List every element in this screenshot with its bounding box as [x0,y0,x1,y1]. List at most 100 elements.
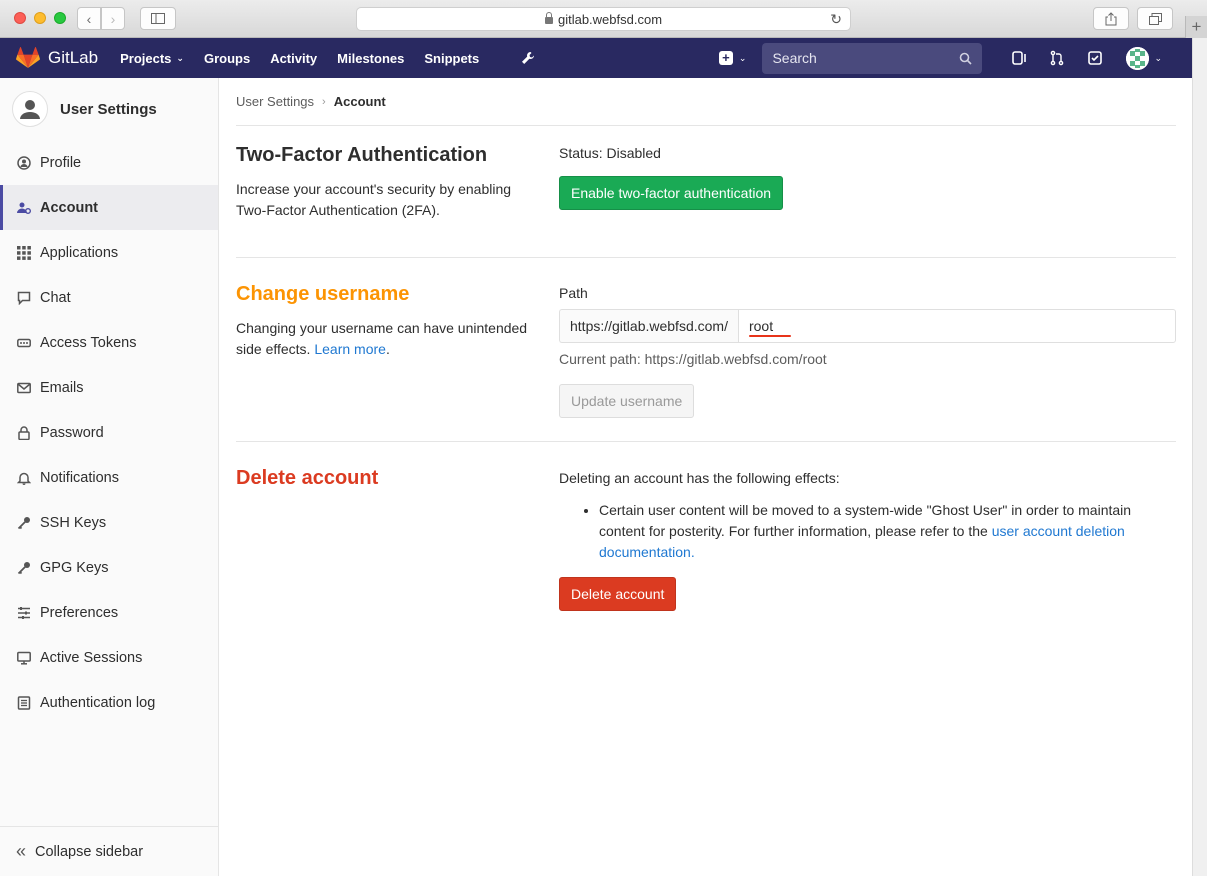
username-input[interactable]: root [737,309,1176,343]
update-username-button[interactable]: Update username [559,384,695,418]
sidebar-item-active-sessions[interactable]: Active Sessions [0,635,218,680]
nav-activity[interactable]: Activity [270,51,317,66]
issues-icon [1012,51,1027,65]
sidebar-item-label: Active Sessions [40,649,143,666]
delete-account-intro: Deleting an account has the following ef… [559,470,840,486]
address-bar[interactable]: gitlab.webfsd.com ↻ [356,7,851,31]
path-prefix: https://gitlab.webfsd.com/ [559,309,738,343]
sidebar-item-notifications[interactable]: Notifications [0,455,218,500]
collapse-sidebar-button[interactable]: « Collapse sidebar [0,826,218,876]
sidebar-item-password[interactable]: Password [0,410,218,455]
two-factor-title: Two-Factor Authentication [236,144,488,166]
sidebar-item-label: Profile [40,154,82,171]
sidebar-item-preferences[interactable]: Preferences [0,590,218,635]
delete-account-section: Delete account Deleting an account has t… [236,442,1176,642]
chevron-down-icon: ⌄ [176,52,184,63]
todos-button[interactable] [1086,49,1104,67]
tabs-button[interactable] [1137,7,1173,30]
browser-toolbar: ‹ › gitlab.webfsd.com ↻ + [0,0,1207,38]
plus-square-icon: + [718,51,733,65]
chevron-down-icon: ⌄ [1154,52,1162,63]
gitlab-logo[interactable]: GitLab [16,47,120,69]
sidebar-item-applications[interactable]: Applications [0,230,218,275]
user-avatar [1126,46,1150,70]
sidebar-header[interactable]: User Settings [0,78,218,140]
new-dropdown-button[interactable]: + ⌄ [718,51,747,65]
sidebar-item-label: Password [40,424,104,441]
breadcrumb-current: Account [333,94,386,109]
sidebar-item-label: Authentication log [40,694,156,711]
merge-request-icon [1051,50,1064,66]
share-button[interactable] [1093,7,1129,30]
share-icon [1105,11,1117,25]
sidebar-item-ssh-keys[interactable]: SSH Keys [0,500,218,545]
sidebar-item-label: Emails [40,379,84,396]
close-window-button[interactable] [14,12,26,24]
back-button[interactable]: ‹ [77,7,101,30]
chevron-right-icon: › [110,10,116,27]
path-input-group: https://gitlab.webfsd.com/ root [559,309,1176,343]
tabs-icon [1148,12,1162,25]
chevron-down-icon: ⌄ [738,52,747,63]
profile-icon [16,155,31,170]
issues-button[interactable] [1010,49,1028,67]
sidebar-item-profile[interactable]: Profile [0,140,218,185]
breadcrumb: User Settings › Account [236,78,1176,126]
sidebar-item-label: Notifications [40,469,119,486]
log-icon [16,695,31,710]
bell-icon [16,470,31,485]
delete-effects-list: Certain user content will be moved to a … [599,500,1176,563]
user-menu[interactable]: ⌄ [1126,46,1162,70]
delete-account-button[interactable]: Delete account [559,577,677,611]
monitor-icon [16,650,31,665]
two-factor-description: Increase your account's security by enab… [236,181,512,218]
merge-requests-button[interactable] [1048,49,1066,67]
new-tab-button[interactable]: + [1185,16,1207,38]
user-icon [20,100,40,119]
account-icon [16,200,31,215]
sidebar-item-chat[interactable]: Chat [0,275,218,320]
settings-sidebar: User Settings Profile Account Applicatio… [0,78,219,876]
sidebar-item-emails[interactable]: Emails [0,365,218,410]
search-box[interactable] [762,42,983,74]
forward-button[interactable]: › [101,7,125,30]
sidebar-item-access-tokens[interactable]: Access Tokens [0,320,218,365]
two-factor-section: Two-Factor Authentication Increase your … [236,126,1176,258]
double-chevron-left-icon: « [16,841,27,861]
sidebar-icon [151,13,165,24]
sidebar-item-gpg-keys[interactable]: GPG Keys [0,545,218,590]
learn-more-link[interactable]: Learn more [314,341,386,357]
nav-projects[interactable]: Projects ⌄ [120,51,184,66]
page-body: User Settings Profile Account Applicatio… [0,78,1192,876]
tanuki-icon [16,47,40,68]
token-icon [16,335,31,350]
nav-groups[interactable]: Groups [204,51,250,66]
zoom-window-button[interactable] [54,12,66,24]
nav-milestones[interactable]: Milestones [337,51,404,66]
nav-snippets[interactable]: Snippets [424,51,479,66]
search-input[interactable] [772,50,943,66]
top-navbar: GitLab Projects ⌄ Groups Activity Milesto… [0,38,1192,78]
window-scroll-gutter [1192,38,1207,876]
lock-icon [544,11,553,24]
breadcrumb-user-settings[interactable]: User Settings [236,94,314,109]
todo-check-icon [1088,51,1103,65]
enable-2fa-button[interactable]: Enable two-factor authentication [559,176,784,210]
sidebar-toggle-button[interactable] [140,7,176,30]
applications-icon [16,245,31,260]
sidebar-item-account[interactable]: Account [0,185,218,230]
minimize-window-button[interactable] [34,12,46,24]
sliders-icon [16,605,31,620]
sidebar-item-authentication-log[interactable]: Authentication log [0,680,218,725]
wrench-icon [522,52,535,64]
collapse-sidebar-label: Collapse sidebar [35,843,144,860]
chat-icon [16,290,31,305]
key-icon [16,515,31,530]
search-icon [960,52,973,65]
main-content: User Settings › Account Two-Factor Authe… [236,78,1176,642]
reload-icon[interactable]: ↻ [830,11,842,28]
identicon-icon [1126,46,1150,70]
admin-area-button[interactable] [521,51,535,65]
brand-name: GitLab [48,48,99,67]
sidebar-item-label: Preferences [40,604,119,621]
